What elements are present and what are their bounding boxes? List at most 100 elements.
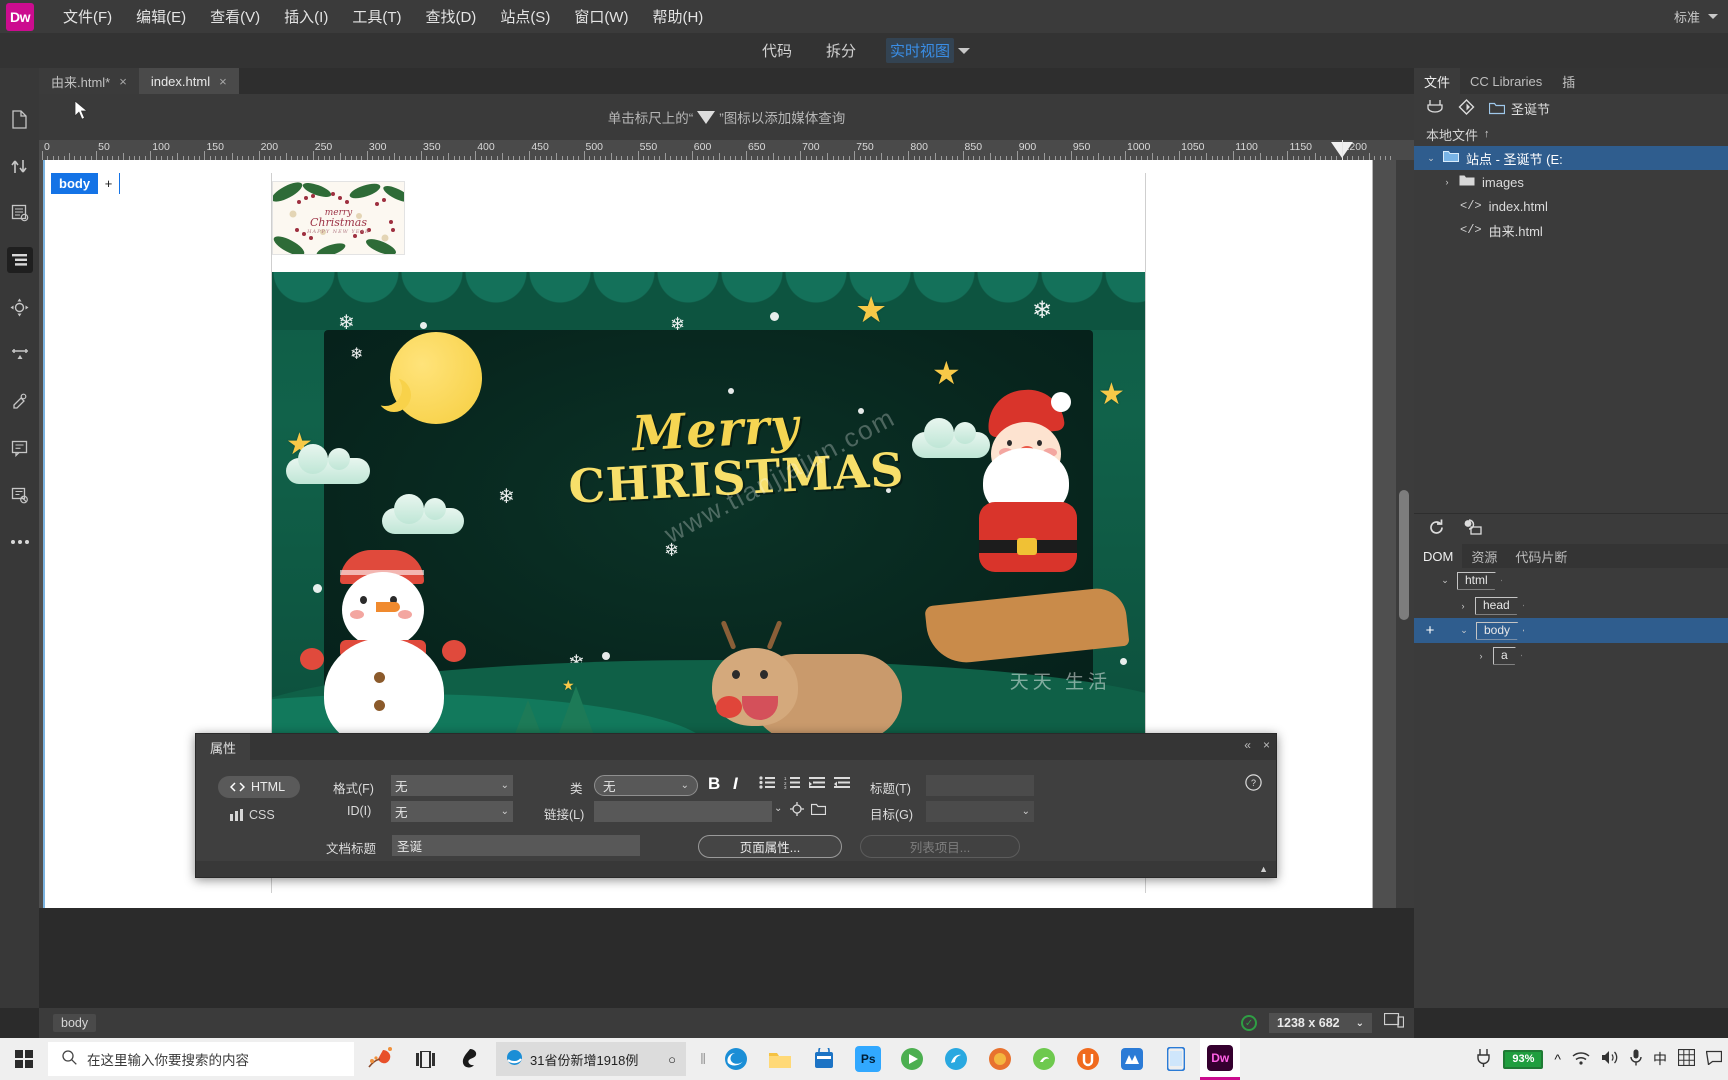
file-tree-row-youlai-html[interactable]: </> 由来.html [1414,218,1728,242]
help-icon[interactable]: ? [1245,774,1262,794]
uc-browser-icon[interactable] [1068,1040,1108,1078]
menu-item-tools[interactable]: 工具(T) [341,2,412,31]
chevron-right-icon[interactable]: › [1442,177,1452,187]
chevron-down-icon[interactable]: ⌄ [1459,625,1469,636]
sogou-browser-icon[interactable] [1024,1040,1064,1078]
file-tree-row-index-html[interactable]: </> index.html [1414,194,1728,218]
document-title-input[interactable]: 圣诞 [392,835,640,856]
task-view-icon[interactable] [406,1040,446,1078]
tag-selector-body[interactable]: body [53,1014,97,1032]
meitu-icon[interactable] [1112,1040,1152,1078]
taskbar-active-window[interactable]: 31省份新增1918例 ○ [496,1042,686,1076]
menu-item-find[interactable]: 查找(D) [414,2,487,31]
sort-ascending-icon[interactable]: ↑ [1484,128,1490,140]
wifi-icon[interactable] [1572,1051,1590,1068]
tab-dom[interactable]: DOM [1414,544,1463,568]
document-vertical-scrollbar[interactable] [1396,160,1412,908]
move-or-convert-css-icon[interactable] [7,294,33,320]
link-input[interactable] [594,801,772,822]
format-source-code-icon[interactable] [6,247,33,273]
power-plug-icon[interactable] [1475,1048,1492,1070]
document-tab-index[interactable]: index.html × [138,68,239,94]
remove-comment-icon[interactable] [7,482,33,508]
link-chevron-down-icon[interactable]: ⌄ [774,803,782,814]
point-to-file-icon[interactable] [790,802,804,819]
dom-node-head[interactable]: › head [1414,593,1728,618]
add-class-icon[interactable]: + [98,173,120,194]
bold-button[interactable]: B [708,774,720,794]
connect-remote-icon[interactable] [1426,99,1444,118]
file-explorer-icon[interactable] [760,1040,800,1078]
apply-comment-icon[interactable] [7,341,33,367]
separator-handle[interactable]: ‖ [700,1051,706,1068]
chevron-right-icon[interactable]: › [1458,601,1468,611]
microphone-icon[interactable] [1630,1049,1642,1069]
body-element-badge[interactable]: body + [51,173,121,194]
ime-language-indicator[interactable]: 中 [1653,1049,1667,1069]
battery-indicator[interactable]: 93% [1503,1049,1544,1069]
view-mode-live[interactable]: 实时视图 [886,38,955,63]
microsoft-store-icon[interactable] [804,1040,844,1078]
file-tree-row-site-root[interactable]: ⌄ 站点 - 圣诞节 (E: [1414,146,1728,170]
close-icon[interactable]: × [119,74,127,89]
new-file-icon[interactable] [7,106,33,132]
live-code-icon[interactable] [1463,519,1482,539]
scrollbar-thumb[interactable] [1399,490,1409,620]
format-select[interactable]: 无 ⌄ [391,775,513,796]
chevron-down-icon[interactable]: ⌄ [1426,153,1436,164]
photoshop-icon[interactable]: Ps [848,1040,888,1078]
close-icon[interactable]: × [1263,738,1270,752]
media-player-icon[interactable] [892,1040,932,1078]
document-tab-youlai[interactable]: 由来.html* × [39,68,139,94]
add-comment-icon[interactable] [7,435,33,461]
window-size-selector[interactable]: 1238 x 682 ⌄ [1269,1013,1372,1033]
workspace-switcher[interactable]: 标准 [1674,0,1718,33]
outdent-icon[interactable] [809,776,825,792]
css-mode-button[interactable]: CSS [218,804,300,826]
menu-item-file[interactable]: 文件(F) [52,2,123,31]
menu-item-help[interactable]: 帮助(H) [641,2,714,31]
sogou-input-icon[interactable] [450,1040,490,1078]
close-icon[interactable]: × [219,74,227,89]
tab-cc-libraries[interactable]: CC Libraries [1460,68,1552,94]
edge-icon[interactable] [716,1040,756,1078]
file-management-icon[interactable] [7,153,33,179]
menu-item-site[interactable]: 站点(S) [489,2,561,31]
view-mode-chevron-down-icon[interactable] [958,47,971,54]
show-hidden-icons-icon[interactable]: ^ [1554,1051,1561,1067]
page-properties-button[interactable]: 页面属性... [698,835,842,858]
tab-files[interactable]: 文件 [1414,68,1461,94]
title-input[interactable] [926,775,1034,796]
file-tree-row-images[interactable]: › images [1414,170,1728,194]
highlight-invalid-code-icon[interactable] [7,388,33,414]
tab-snippets[interactable]: 代码片断 [1506,544,1576,568]
menu-item-view[interactable]: 查看(V) [199,2,271,31]
banner-image[interactable]: merry Christmas HAPPY NEW YEAR [272,181,405,255]
id-select[interactable]: 无 ⌄ [391,801,513,822]
refresh-icon[interactable] [1428,519,1445,539]
firefox-icon[interactable] [980,1040,1020,1078]
taskbar-search-box[interactable]: 在这里输入你要搜索的内容 [48,1042,354,1076]
menu-item-edit[interactable]: 编辑(E) [125,2,197,31]
unordered-list-icon[interactable] [759,776,775,792]
ime-keyboard-icon[interactable] [1677,1048,1696,1069]
chevron-down-icon[interactable]: ⌄ [1440,575,1450,586]
menu-item-window[interactable]: 窗口(W) [563,2,639,31]
ordered-list-icon[interactable]: 123 [784,776,800,792]
class-select[interactable]: 无 ⌄ [594,775,698,796]
expand-panel-icon[interactable]: ▲ [1259,864,1268,874]
indent-icon[interactable] [834,776,850,792]
notification-center-icon[interactable] [1705,1050,1723,1068]
qq-browser-icon[interactable] [936,1040,976,1078]
dom-node-body[interactable]: + ⌄ body [1414,618,1728,643]
properties-tab[interactable]: 属性 [196,734,251,760]
volume-icon[interactable] [1601,1050,1619,1068]
start-button[interactable] [0,1038,48,1080]
italic-button[interactable]: I [733,774,738,794]
view-mode-split[interactable]: 拆分 [822,38,860,63]
horizontal-ruler[interactable]: 0 50 100 150 200 250 300 350 400 450 500 550 600 650 7… [39,140,1414,160]
browse-folder-icon[interactable] [810,802,827,818]
collapse-icon[interactable]: « [1244,738,1251,752]
dom-node-a[interactable]: › a [1414,643,1728,668]
tab-insert[interactable]: 插 [1552,68,1585,94]
